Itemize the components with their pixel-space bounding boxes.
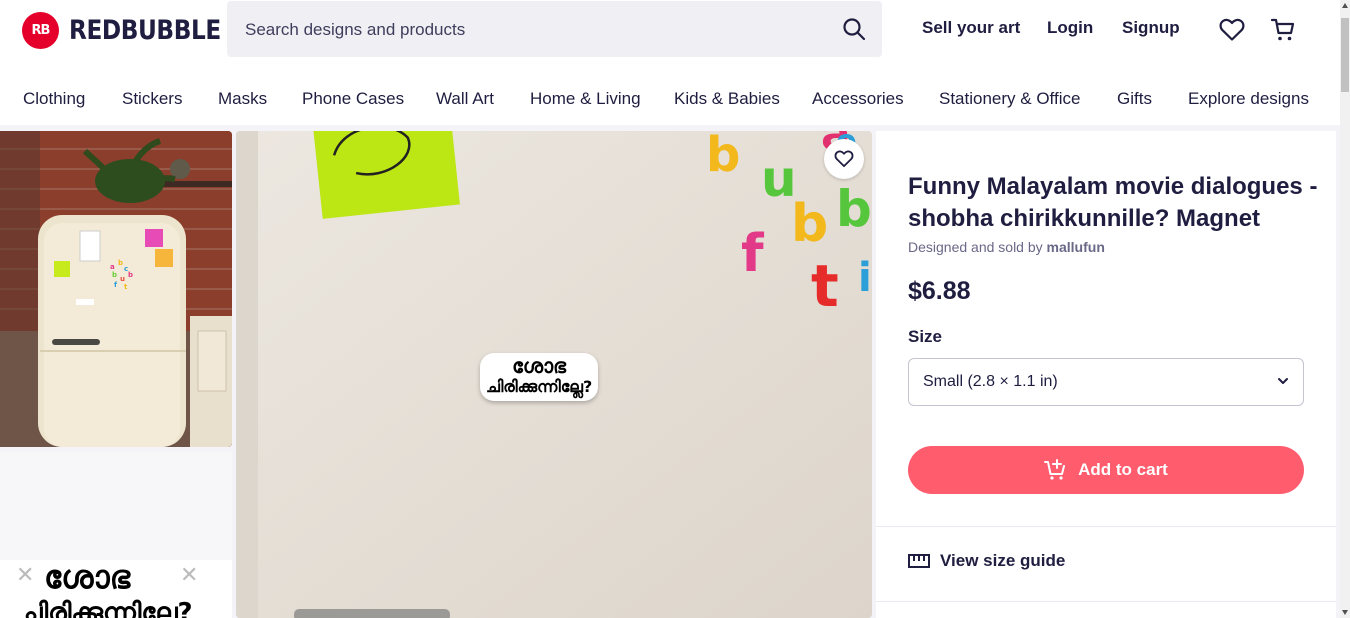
ruler-icon	[908, 554, 930, 568]
svg-text:t: t	[811, 252, 839, 320]
nav-item-gifts[interactable]: Gifts	[1117, 89, 1152, 109]
design-preview-area: ✕ ✕ ശോഭ ചിരിക്കുന്നില്ലേ?	[0, 558, 232, 618]
nav-item-home-living[interactable]: Home & Living	[530, 89, 641, 109]
search-input[interactable]	[243, 1, 807, 59]
designer-prefix: Designed and sold by	[908, 239, 1043, 255]
close-mark-left-icon: ✕	[16, 562, 35, 587]
sell-your-art-link[interactable]: Sell your art	[922, 18, 1020, 38]
svg-text:b: b	[836, 180, 872, 238]
panel-divider	[876, 526, 1336, 527]
category-nav: Clothing Stickers Masks Phone Cases Wall…	[0, 62, 1340, 130]
main-product-image[interactable]: b u a b b f t i o ശോഭ ചിരിക്കുന്നില്ലേ?	[236, 131, 872, 618]
nav-item-phone-cases[interactable]: Phone Cases	[302, 89, 404, 109]
svg-text:u: u	[120, 275, 125, 283]
logo-initials: RB	[31, 23, 51, 38]
sticker-line1: ശോഭ	[512, 354, 567, 378]
nav-item-wall-art[interactable]: Wall Art	[436, 89, 494, 109]
nav-item-accessories[interactable]: Accessories	[812, 89, 904, 109]
size-guide-label: View size guide	[940, 551, 1066, 570]
page-scrollbar[interactable]	[1340, 0, 1350, 618]
search-icon[interactable]	[840, 15, 868, 43]
site-header: RB REDBUBBLE Sell your art Login Signup	[0, 0, 1340, 62]
svg-text:b: b	[791, 194, 828, 254]
logo-mark-icon: RB	[22, 12, 59, 49]
size-guide-link[interactable]: View size guide	[908, 551, 1065, 571]
designer-credit: Designed and sold by mallufun	[908, 239, 1105, 255]
nav-item-masks[interactable]: Masks	[218, 89, 267, 109]
heart-icon[interactable]	[1218, 16, 1246, 44]
nav-item-explore-designs[interactable]: Explore designs	[1188, 89, 1309, 109]
scroll-down-arrow-icon[interactable]	[1342, 610, 1348, 615]
svg-text:a: a	[110, 263, 115, 271]
svg-text:b: b	[118, 259, 123, 267]
nav-item-kids-babies[interactable]: Kids & Babies	[674, 89, 780, 109]
design-preview-text: ശോഭ	[44, 558, 131, 596]
nav-item-stationery-office[interactable]: Stationery & Office	[939, 89, 1080, 109]
product-price: $6.88	[908, 277, 971, 305]
svg-text:f: f	[741, 224, 765, 284]
thumbnail-design-only[interactable]: ✕ ✕ ശോഭ ചിരിക്കുന്നില്ലേ?	[0, 452, 232, 618]
svg-text:b: b	[112, 271, 117, 279]
add-to-cart-button[interactable]: Add to cart	[908, 446, 1304, 494]
nav-item-stickers[interactable]: Stickers	[122, 89, 182, 109]
login-link[interactable]: Login	[1047, 18, 1093, 38]
add-to-cart-label: Add to cart	[1078, 460, 1168, 479]
magnet-sticker: ശോഭ ചിരിക്കുന്നില്ലേ?	[480, 353, 599, 401]
close-mark-right-icon: ✕	[180, 562, 199, 587]
designer-name-link[interactable]: mallufun	[1047, 239, 1105, 255]
svg-text:i: i	[858, 255, 872, 301]
thumbnail-fridge-photo[interactable]: abc bub ft	[0, 131, 232, 447]
cart-plus-icon	[1044, 459, 1066, 480]
search-bar	[227, 1, 882, 59]
svg-text:b: b	[706, 131, 740, 183]
scroll-up-arrow-icon[interactable]	[1342, 3, 1348, 8]
chevron-down-icon	[1278, 378, 1288, 384]
design-preview-text-line2: ചിരിക്കുന്നില്ലേ?	[20, 598, 193, 618]
redbubble-logo[interactable]: RB REDBUBBLE	[22, 12, 245, 49]
signup-link[interactable]: Signup	[1122, 18, 1180, 38]
size-label: Size	[908, 327, 943, 346]
logo-text: REDBUBBLE	[69, 15, 221, 46]
sticker-line2: ചിരിക്കുന്നില്ലേ?	[486, 377, 593, 396]
favorite-button[interactable]	[824, 139, 864, 179]
cart-icon[interactable]	[1269, 16, 1297, 44]
panel-divider-2	[876, 601, 1336, 602]
heart-outline-icon	[834, 150, 854, 168]
product-panel: Funny Malayalam movie dialogues - shobha…	[876, 131, 1336, 618]
product-title: Funny Malayalam movie dialogues - shobha…	[908, 173, 1318, 232]
scroll-thumb[interactable]	[1341, 18, 1349, 92]
nav-item-clothing[interactable]: Clothing	[23, 89, 85, 109]
size-select[interactable]: Small (2.8 × 1.1 in)	[908, 358, 1304, 406]
svg-text:b: b	[128, 271, 133, 279]
size-select-value: Small (2.8 × 1.1 in)	[923, 373, 1058, 390]
